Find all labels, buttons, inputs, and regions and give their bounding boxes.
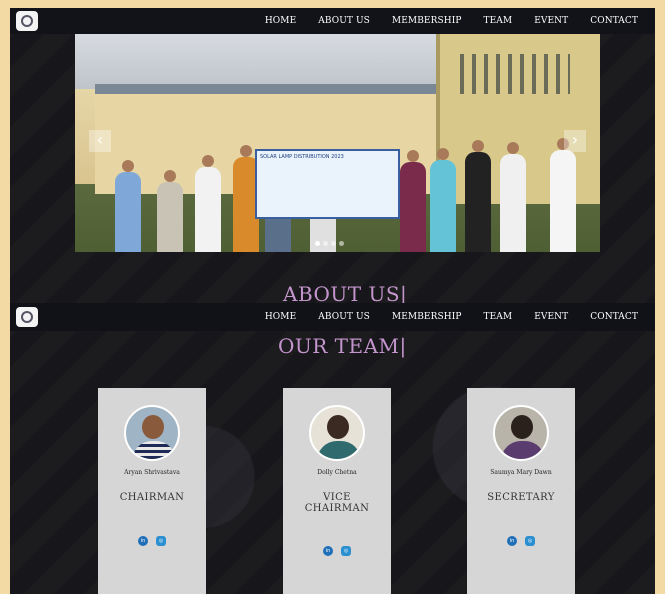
carousel-prev-button[interactable]: ‹ — [89, 130, 111, 152]
carousel-next-button[interactable]: › — [564, 130, 586, 152]
sticky-navbar: HOME ABOUT US MEMBERSHIP TEAM EVENT CONT… — [10, 303, 655, 331]
social-links: in ◎ — [283, 546, 391, 556]
nav-membership[interactable]: MEMBERSHIP — [381, 312, 473, 322]
site-logo[interactable] — [16, 307, 38, 327]
member-name: Dolly Chetna — [317, 469, 357, 476]
instagram-icon[interactable]: ◎ — [341, 546, 351, 556]
linkedin-icon[interactable]: in — [507, 536, 517, 546]
carousel-dot[interactable] — [315, 241, 320, 246]
nav-event[interactable]: EVENT — [523, 312, 579, 322]
team-card: Saumya Mary Dawn SECRETARY in ◎ — [467, 388, 575, 594]
member-role: VICE CHAIRMAN — [304, 492, 370, 514]
social-links: in ◎ — [98, 536, 206, 546]
linkedin-icon[interactable]: in — [323, 546, 333, 556]
nav-team[interactable]: TEAM — [473, 312, 524, 322]
avatar — [493, 405, 549, 461]
social-links: in ◎ — [467, 536, 575, 546]
linkedin-icon[interactable]: in — [138, 536, 148, 546]
logo-icon — [21, 311, 33, 323]
nav-team[interactable]: TEAM — [473, 16, 524, 26]
member-role: SECRETARY — [487, 492, 555, 503]
team-card: Dolly Chetna VICE CHAIRMAN in ◎ — [283, 388, 391, 594]
nav-contact[interactable]: CONTACT — [579, 312, 649, 322]
avatar — [309, 405, 365, 461]
page-frame: HOME ABOUT US MEMBERSHIP TEAM EVENT CONT… — [10, 8, 655, 594]
team-card: Aryan Shrivastava CHAIRMAN in ◎ — [98, 388, 206, 594]
nav-membership[interactable]: MEMBERSHIP — [381, 16, 473, 26]
avatar — [124, 405, 180, 461]
our-team-heading: OUR TEAM| — [278, 334, 407, 358]
nav-home[interactable]: HOME — [254, 16, 307, 26]
carousel-indicators — [315, 241, 344, 246]
member-role: CHAIRMAN — [119, 492, 185, 503]
hero-banner: SOLAR LAMP DISTRIBUTION 2023 — [255, 149, 400, 219]
member-name: Saumya Mary Dawn — [490, 469, 552, 476]
nav-menu: HOME ABOUT US MEMBERSHIP TEAM EVENT CONT… — [254, 16, 649, 26]
member-name: Aryan Shrivastava — [124, 469, 180, 476]
carousel-dot[interactable] — [323, 241, 328, 246]
nav-about-us[interactable]: ABOUT US — [307, 16, 381, 26]
nav-contact[interactable]: CONTACT — [579, 16, 649, 26]
instagram-icon[interactable]: ◎ — [525, 536, 535, 546]
top-navbar: HOME ABOUT US MEMBERSHIP TEAM EVENT CONT… — [10, 8, 655, 34]
site-logo[interactable] — [16, 11, 38, 31]
hero-carousel[interactable]: SOLAR LAMP DISTRIBUTION 2023 ‹ › — [75, 34, 600, 252]
logo-icon — [21, 15, 33, 27]
nav-event[interactable]: EVENT — [523, 16, 579, 26]
carousel-dot[interactable] — [339, 241, 344, 246]
carousel-dot[interactable] — [331, 241, 336, 246]
nav-about-us[interactable]: ABOUT US — [307, 312, 381, 322]
nav-menu: HOME ABOUT US MEMBERSHIP TEAM EVENT CONT… — [254, 312, 649, 322]
instagram-icon[interactable]: ◎ — [156, 536, 166, 546]
nav-home[interactable]: HOME — [254, 312, 307, 322]
